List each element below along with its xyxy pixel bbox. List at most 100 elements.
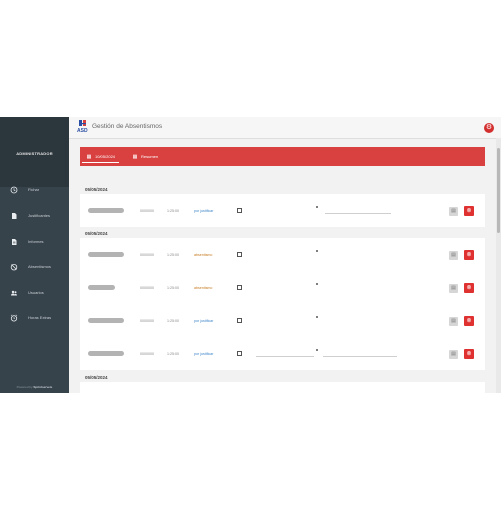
save-icon: ▤ bbox=[451, 285, 456, 291]
sidebar-item-absentismos[interactable]: Absentismos bbox=[0, 260, 69, 274]
delete-button[interactable]: ⊗ bbox=[464, 316, 474, 326]
duration-value: 1:25:00 bbox=[167, 209, 179, 213]
calendar-off-icon bbox=[10, 263, 18, 271]
users-icon bbox=[10, 289, 18, 297]
calendar-grid-icon: ▦ bbox=[132, 154, 138, 160]
company-logo: ASD bbox=[77, 120, 88, 134]
tab-date[interactable]: ▦ 10/05/2024 bbox=[82, 151, 120, 163]
justified-checkbox[interactable] bbox=[237, 252, 242, 257]
select-arrow[interactable] bbox=[316, 316, 318, 318]
justified-checkbox[interactable] bbox=[237, 285, 242, 290]
select-arrow[interactable] bbox=[316, 250, 318, 252]
duration-value: 1:25:00 bbox=[167, 352, 179, 356]
page-title: Gestión de Absentismos bbox=[92, 123, 163, 130]
top-bar: ASD Gestión de Absentismos ⚙ bbox=[69, 117, 501, 139]
reason-field[interactable] bbox=[256, 356, 314, 357]
save-button[interactable]: ▤ bbox=[449, 317, 458, 326]
sidebar: ADMINISTRADOR Fichar Justificantes Infor… bbox=[0, 117, 69, 393]
table-row: 0000000 1:25:00 por justificar ▤ ⊗ bbox=[80, 194, 485, 227]
scrollbar-thumb[interactable] bbox=[497, 148, 500, 233]
employee-name-redacted bbox=[88, 285, 115, 290]
save-button[interactable]: ▤ bbox=[449, 251, 458, 260]
delete-button[interactable]: ⊗ bbox=[464, 250, 474, 260]
sidebar-item-label: Fichar bbox=[28, 187, 40, 192]
save-button[interactable]: ▤ bbox=[449, 207, 458, 216]
absence-card: 0000000 1:25:00 absentismo ▤ ⊗ 0000000 1… bbox=[80, 238, 485, 370]
document-icon bbox=[10, 212, 18, 220]
phone-value: 0000000 bbox=[140, 352, 154, 356]
status-link[interactable]: por justificar bbox=[194, 209, 213, 213]
status-link[interactable]: absentismo bbox=[194, 253, 212, 257]
save-icon: ▤ bbox=[451, 318, 456, 324]
date-header: 05/05/2024 bbox=[85, 187, 108, 192]
tab-resumen[interactable]: ▦ Resumen bbox=[128, 151, 162, 162]
sidebar-header: ADMINISTRADOR bbox=[0, 117, 69, 187]
phone-value: 0000000 bbox=[140, 253, 154, 257]
delete-button[interactable]: ⊗ bbox=[464, 206, 474, 216]
employee-name-redacted bbox=[88, 318, 124, 323]
employee-name-redacted bbox=[88, 252, 124, 257]
app-window: ADMINISTRADOR Fichar Justificantes Infor… bbox=[0, 117, 501, 393]
date-header: 05/05/2024 bbox=[85, 231, 108, 236]
delete-button[interactable]: ⊗ bbox=[464, 283, 474, 293]
clock-icon bbox=[10, 186, 18, 194]
table-row: 0000000 1:25:00 por justificar ▤ ⊗ bbox=[80, 304, 485, 337]
justified-checkbox[interactable] bbox=[237, 351, 242, 356]
sidebar-item-label: Informes bbox=[28, 239, 44, 244]
footer-prefix: Powered by bbox=[16, 385, 33, 389]
sidebar-item-label: Absentismos bbox=[28, 264, 51, 269]
save-icon: ▤ bbox=[451, 252, 456, 258]
table-row: 0000000 1:25:00 por justificar ▤ ⊗ bbox=[80, 337, 485, 370]
sidebar-item-horas-extras[interactable]: Horas Extras bbox=[0, 311, 69, 325]
tab-bar: ▦ 10/05/2024 ▦ Resumen bbox=[80, 147, 485, 166]
sidebar-item-justificantes[interactable]: Justificantes bbox=[0, 209, 69, 223]
sidebar-item-fichar[interactable]: Fichar bbox=[0, 183, 69, 197]
comment-field[interactable] bbox=[325, 213, 391, 214]
tab-label: Resumen bbox=[141, 154, 159, 159]
comment-field[interactable] bbox=[323, 356, 397, 357]
calendar-edit-icon: ▦ bbox=[86, 154, 92, 160]
duration-value: 1:25:00 bbox=[167, 286, 179, 290]
save-icon: ▤ bbox=[451, 351, 456, 357]
phone-value: 0000000 bbox=[140, 319, 154, 323]
absence-card bbox=[80, 382, 485, 393]
delete-button[interactable]: ⊗ bbox=[464, 349, 474, 359]
delete-icon: ⊗ bbox=[466, 318, 472, 324]
status-link[interactable]: por justificar bbox=[194, 319, 213, 323]
select-arrow[interactable] bbox=[316, 349, 318, 351]
employee-name-redacted bbox=[88, 351, 124, 356]
date-header: 05/05/2024 bbox=[85, 375, 108, 380]
status-link[interactable]: por justificar bbox=[194, 352, 213, 356]
absence-card: 0000000 1:25:00 por justificar ▤ ⊗ bbox=[80, 194, 485, 227]
sidebar-item-label: Horas Extras bbox=[28, 315, 52, 320]
justified-checkbox[interactable] bbox=[237, 318, 242, 323]
tab-label: 10/05/2024 bbox=[95, 154, 116, 159]
save-icon: ▤ bbox=[451, 208, 456, 214]
select-arrow[interactable] bbox=[316, 206, 318, 208]
duration-value: 1:25:00 bbox=[167, 319, 179, 323]
table-row: 0000000 1:25:00 absentismo ▤ ⊗ bbox=[80, 238, 485, 271]
save-button[interactable]: ▤ bbox=[449, 284, 458, 293]
sidebar-role-title: ADMINISTRADOR bbox=[16, 151, 53, 156]
status-link[interactable]: absentismo bbox=[194, 286, 212, 290]
sidebar-footer: Powered by Sprintserveis bbox=[0, 385, 69, 389]
justified-checkbox[interactable] bbox=[237, 208, 242, 213]
sidebar-item-usuarios[interactable]: Usuarios bbox=[0, 286, 69, 300]
settings-button[interactable]: ⚙ bbox=[484, 123, 494, 133]
delete-icon: ⊗ bbox=[466, 285, 472, 291]
sidebar-item-label: Usuarios bbox=[28, 290, 44, 295]
employee-name-redacted bbox=[88, 208, 124, 213]
select-arrow[interactable] bbox=[316, 283, 318, 285]
scrollbar[interactable] bbox=[496, 138, 501, 393]
delete-icon: ⊗ bbox=[466, 208, 472, 214]
sidebar-item-informes[interactable]: Informes bbox=[0, 235, 69, 249]
logo-text: ASD bbox=[77, 128, 88, 134]
gear-icon: ⚙ bbox=[485, 124, 493, 131]
sidebar-item-label: Justificantes bbox=[28, 213, 51, 218]
save-button[interactable]: ▤ bbox=[449, 350, 458, 359]
delete-icon: ⊗ bbox=[466, 351, 472, 357]
delete-icon: ⊗ bbox=[466, 252, 472, 258]
absences-list: 05/05/2024 0000000 1:25:00 por justifica… bbox=[80, 167, 485, 393]
report-icon bbox=[10, 238, 18, 246]
duration-value: 1:25:00 bbox=[167, 253, 179, 257]
